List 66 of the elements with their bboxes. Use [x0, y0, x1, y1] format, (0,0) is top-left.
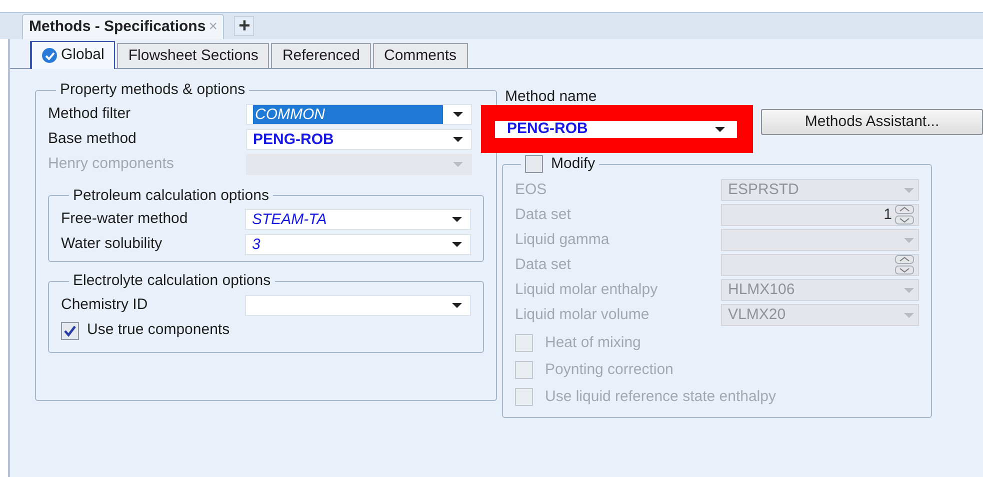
- tab-label: Flowsheet Sections: [128, 46, 258, 66]
- dropdown-value: VLMX20: [728, 304, 787, 325]
- spinner-icon[interactable]: [895, 255, 914, 275]
- group-title: Property methods & options: [59, 80, 246, 100]
- dropdown[interactable]: PENG-ROB: [495, 120, 737, 138]
- checkbox-label: Poynting correction: [545, 360, 674, 380]
- dropdown-value: PENG-ROB: [507, 118, 589, 139]
- caret-icon: [453, 162, 463, 166]
- caret-icon: [453, 112, 463, 116]
- document-tab[interactable]: Methods - Specifications ×: [22, 14, 224, 39]
- caret-icon: [452, 302, 462, 308]
- group-title: Electrolyte calculation options: [72, 271, 272, 291]
- tab[interactable]: Global: [30, 41, 116, 69]
- checkbox[interactable]: [515, 334, 533, 352]
- dropdown-value: PENG-ROB: [253, 130, 335, 148]
- field-label: Liquid gamma: [515, 230, 610, 250]
- field-label: EOS: [515, 180, 548, 200]
- tab-label: Referenced: [282, 46, 360, 66]
- caret-icon: [452, 242, 462, 247]
- new-tab-button[interactable]: +: [234, 16, 254, 36]
- tab[interactable]: Comments: [373, 43, 468, 68]
- field-label: Data set: [515, 204, 572, 225]
- checkbox-label: Modify: [551, 154, 596, 174]
- tab-label: Comments: [384, 46, 457, 66]
- tab[interactable]: Flowsheet Sections: [117, 43, 270, 68]
- field-label: Method filter: [48, 104, 132, 124]
- field-label: Method name: [505, 89, 598, 104]
- tab-label: Methods - Specifications: [29, 16, 206, 37]
- checkbox[interactable]: [525, 155, 543, 174]
- field-label: Liquid molar volume: [515, 304, 650, 325]
- checkbox-label: Use liquid reference state enthalpy: [545, 386, 776, 407]
- dropdown[interactable]: STEAM-TA: [245, 209, 471, 230]
- dropdown[interactable]: PENG-ROB: [246, 128, 472, 150]
- dropdown[interactable]: [245, 294, 471, 316]
- caret-icon: [453, 136, 463, 142]
- methods-assistant-button[interactable]: Methods Assistant...: [761, 109, 983, 135]
- caret-icon: [904, 238, 914, 242]
- caret-icon: [452, 217, 462, 222]
- checkbox[interactable]: [61, 322, 79, 340]
- field-label: Henry components: [48, 154, 175, 174]
- tab-label: Global: [61, 45, 104, 66]
- checkbox[interactable]: [515, 388, 533, 406]
- group-title: Petroleum calculation options: [72, 186, 270, 206]
- caret-icon: [715, 126, 725, 132]
- checkbox-label: Heat of mixing: [545, 332, 641, 353]
- dropdown-value: HLMX106: [728, 280, 796, 300]
- checkbox-label: Use true components: [87, 320, 230, 340]
- caret-icon: [904, 312, 914, 318]
- field-label: Base method: [48, 128, 138, 149]
- field-label: Free-water method: [61, 209, 189, 230]
- spin-value: 1: [882, 204, 893, 225]
- field-label: Water solubility: [61, 234, 164, 254]
- dropdown-value: COMMON: [253, 104, 443, 124]
- spinner-icon[interactable]: [895, 205, 914, 225]
- tab[interactable]: Referenced: [271, 43, 371, 68]
- field-label: Liquid molar enthalpy: [515, 280, 659, 300]
- dropdown-value: ESPRSTD: [728, 180, 800, 200]
- caret-icon: [904, 188, 914, 192]
- dropdown-value: 3: [252, 235, 262, 254]
- checkbox[interactable]: [515, 361, 533, 379]
- dropdown-value: STEAM-TA: [252, 210, 328, 229]
- dropdown[interactable]: COMMON: [246, 104, 472, 124]
- field-label: Chemistry ID: [61, 294, 149, 315]
- field-label: Data set: [515, 254, 572, 275]
- caret-icon: [904, 288, 914, 292]
- dropdown[interactable]: 3: [245, 234, 471, 255]
